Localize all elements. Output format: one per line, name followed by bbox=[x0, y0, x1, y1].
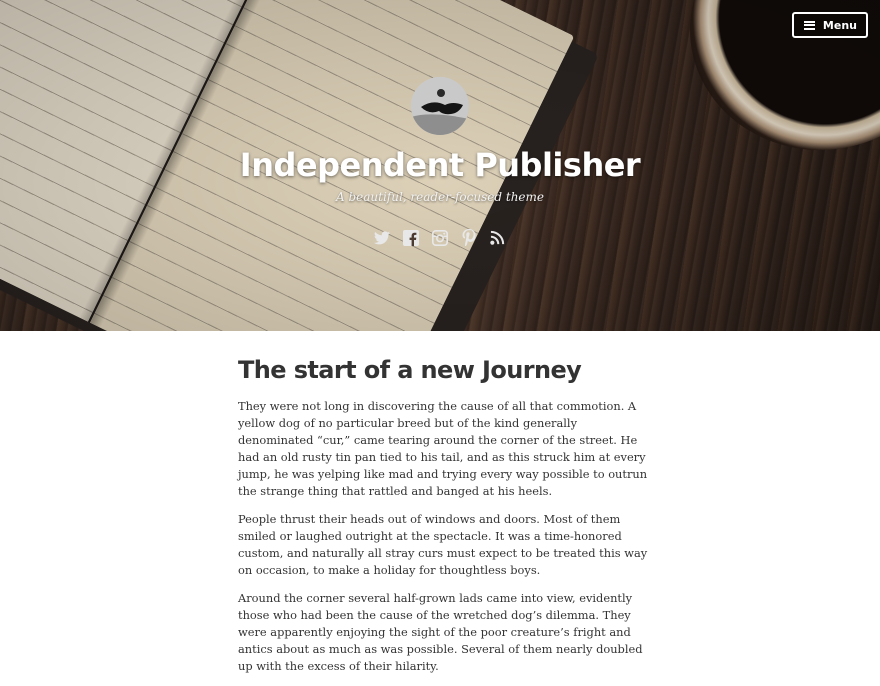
site-title[interactable]: Independent Publisher bbox=[0, 146, 880, 184]
post-paragraph: People thrust their heads out of windows… bbox=[238, 512, 648, 577]
pinterest-icon[interactable] bbox=[460, 229, 477, 246]
facebook-icon[interactable] bbox=[402, 229, 419, 246]
post-paragraph: Around the corner several half-grown lad… bbox=[238, 591, 643, 673]
rss-icon[interactable] bbox=[489, 229, 506, 246]
post: The start of a new Journey They were not… bbox=[238, 354, 648, 675]
header-banner: Menu Independent Publisher A beautiful, … bbox=[0, 0, 880, 331]
social-links bbox=[373, 229, 506, 246]
post-title[interactable]: The start of a new Journey bbox=[238, 354, 648, 386]
avatar[interactable] bbox=[411, 77, 469, 135]
site-tagline: A beautiful, reader-focused theme bbox=[335, 190, 544, 204]
menu-button[interactable]: Menu bbox=[791, 12, 868, 38]
post-paragraph: They were not long in discovering the ca… bbox=[238, 399, 648, 498]
hamburger-icon bbox=[803, 20, 815, 30]
twitter-icon[interactable] bbox=[373, 229, 390, 246]
menu-label: Menu bbox=[822, 18, 857, 32]
main-content: The start of a new Journey They were not… bbox=[238, 354, 648, 686]
instagram-icon[interactable] bbox=[431, 229, 448, 246]
